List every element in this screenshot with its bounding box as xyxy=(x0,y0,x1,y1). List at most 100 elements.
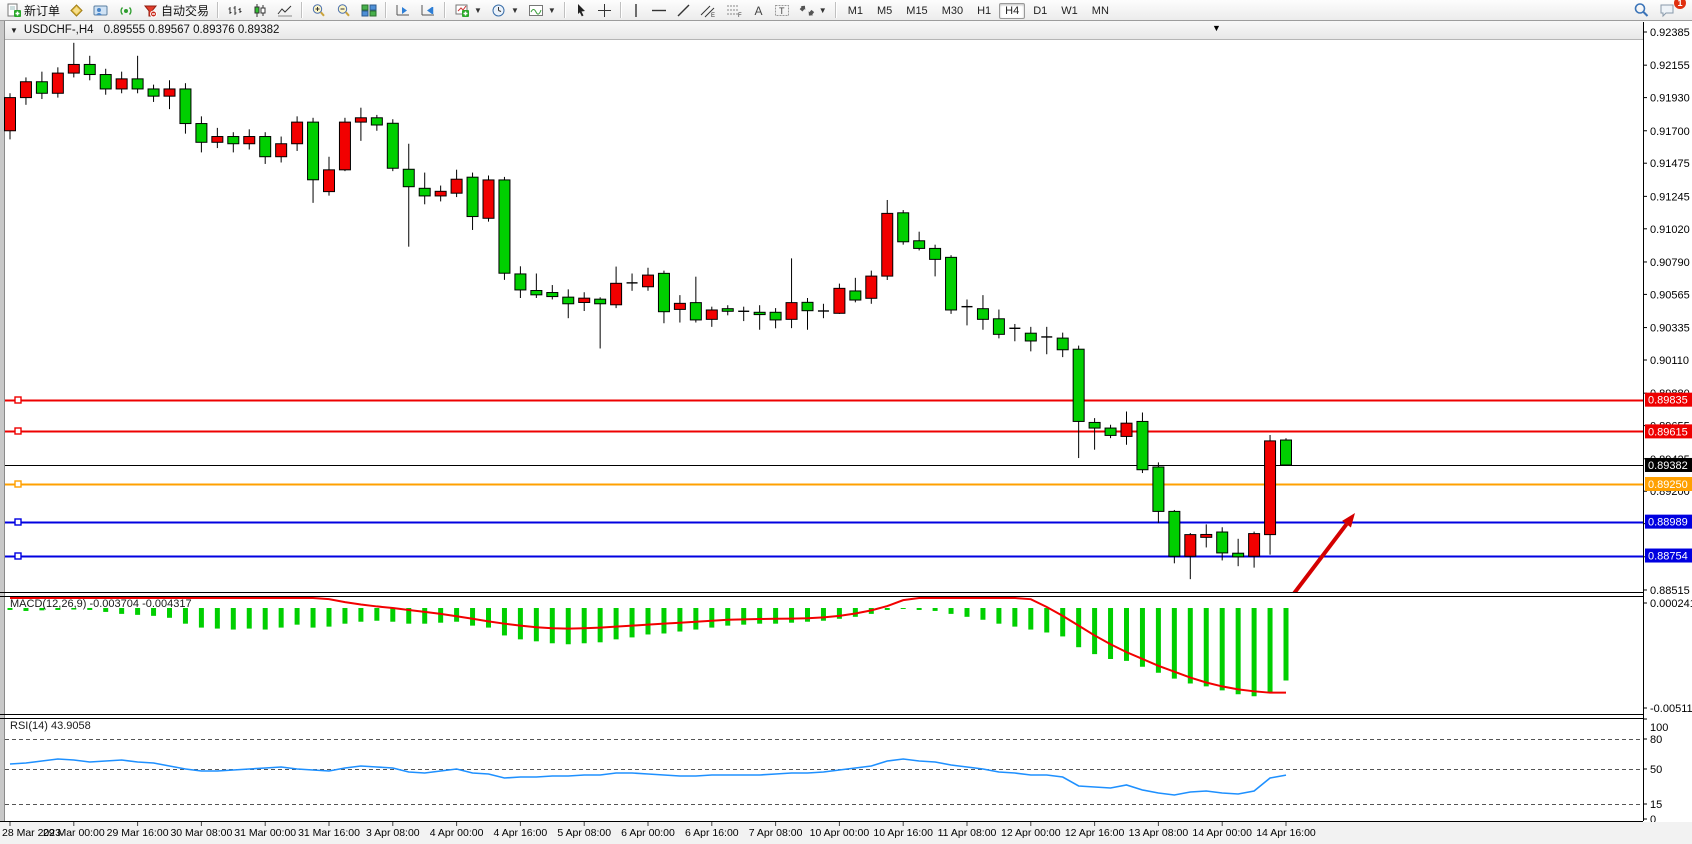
hline-handle[interactable] xyxy=(15,553,21,559)
candle-body[interactable] xyxy=(1249,534,1260,557)
hline-handle[interactable] xyxy=(15,481,21,487)
price-tick-label: 0.91245 xyxy=(1650,191,1690,203)
candle-body[interactable] xyxy=(403,169,414,186)
candle-body[interactable] xyxy=(1057,338,1068,350)
candle-body[interactable] xyxy=(643,275,654,287)
hline-handle[interactable] xyxy=(15,519,21,525)
candle-body[interactable] xyxy=(339,122,350,170)
rsi-axis-label: 50 xyxy=(1650,764,1662,776)
candle-body[interactable] xyxy=(419,188,430,196)
candle-body[interactable] xyxy=(930,248,941,259)
candle-body[interactable] xyxy=(563,297,574,304)
candle-body[interactable] xyxy=(1153,467,1164,511)
candle-body[interactable] xyxy=(20,82,31,98)
candle-body[interactable] xyxy=(387,123,398,168)
candle-body[interactable] xyxy=(579,298,590,302)
candle-body[interactable] xyxy=(276,144,287,157)
chart-canvas[interactable]: 0.923850.921550.919300.917000.914750.912… xyxy=(0,0,1692,844)
candle-body[interactable] xyxy=(467,177,478,216)
candle-body[interactable] xyxy=(977,309,988,320)
candle-body[interactable] xyxy=(1089,422,1100,428)
candle-body[interactable] xyxy=(212,137,223,143)
candle-body[interactable] xyxy=(324,170,335,192)
candle-body[interactable] xyxy=(100,75,111,89)
candle-body[interactable] xyxy=(483,180,494,218)
candle-body[interactable] xyxy=(547,293,558,297)
candle-body[interactable] xyxy=(1201,534,1212,537)
candle-body[interactable] xyxy=(1265,441,1276,535)
candle-body[interactable] xyxy=(196,124,207,143)
candle-body[interactable] xyxy=(1233,553,1244,557)
hline-handle[interactable] xyxy=(15,428,21,434)
candle-body[interactable] xyxy=(371,118,382,125)
time-tick-label: 7 Apr 08:00 xyxy=(749,827,803,839)
candle-body[interactable] xyxy=(292,122,303,144)
trend-arrow[interactable] xyxy=(1292,524,1347,596)
candle-body[interactable] xyxy=(451,179,462,193)
candle-body[interactable] xyxy=(993,319,1004,335)
candle-body[interactable] xyxy=(36,82,47,94)
price-tick-label: 0.90790 xyxy=(1650,257,1690,269)
candle-body[interactable] xyxy=(52,73,63,93)
price-tick-label: 0.90565 xyxy=(1650,289,1690,301)
candle-body[interactable] xyxy=(515,274,526,290)
candle-body[interactable] xyxy=(5,98,16,131)
candle-body[interactable] xyxy=(1025,333,1036,341)
candle-body[interactable] xyxy=(882,213,893,276)
candle-body[interactable] xyxy=(595,299,606,304)
rsi-axis-label: 80 xyxy=(1650,734,1662,746)
candle-body[interactable] xyxy=(690,303,701,320)
candle-body[interactable] xyxy=(180,89,191,124)
time-axis[interactable]: 28 Mar 202329 Mar 00:0029 Mar 16:0030 Ma… xyxy=(0,822,1692,844)
candle-body[interactable] xyxy=(770,312,781,320)
candle-body[interactable] xyxy=(260,137,271,157)
candle-body[interactable] xyxy=(1217,532,1228,553)
candle-body[interactable] xyxy=(116,79,127,89)
candle-body[interactable] xyxy=(611,283,622,304)
candle-body[interactable] xyxy=(308,122,319,180)
candle-body[interactable] xyxy=(1073,349,1084,421)
candle-body[interactable] xyxy=(499,180,510,273)
candle-body[interactable] xyxy=(244,137,255,144)
candle-body[interactable] xyxy=(1137,421,1148,469)
candle-body[interactable] xyxy=(84,64,95,74)
rsi-label: RSI(14) 43.9058 xyxy=(10,720,91,732)
hline-handle[interactable] xyxy=(15,397,21,403)
candle-body[interactable] xyxy=(834,288,845,313)
price-tick-label: 0.91020 xyxy=(1650,224,1690,236)
time-tick-label: 14 Apr 00:00 xyxy=(1192,827,1252,839)
candle-body[interactable] xyxy=(850,291,861,300)
time-tick-label: 14 Apr 16:00 xyxy=(1256,827,1316,839)
candle-body[interactable] xyxy=(658,273,669,311)
candle-body[interactable] xyxy=(1121,423,1132,436)
candle-body[interactable] xyxy=(946,257,957,310)
candle-body[interactable] xyxy=(1105,428,1116,435)
candle-body[interactable] xyxy=(531,291,542,295)
price-axis[interactable]: 0.923850.921550.919300.917000.914750.912… xyxy=(1643,27,1692,826)
candle-body[interactable] xyxy=(674,303,685,309)
price-flag-label: 0.89615 xyxy=(1648,426,1688,438)
candle-body[interactable] xyxy=(866,276,877,298)
candle-body[interactable] xyxy=(132,79,143,89)
candle-body[interactable] xyxy=(435,191,446,196)
candle-body[interactable] xyxy=(706,310,717,319)
candle-body[interactable] xyxy=(228,137,239,144)
main-pane[interactable] xyxy=(5,43,1644,596)
candle-body[interactable] xyxy=(1281,440,1292,465)
candle-body[interactable] xyxy=(914,241,925,249)
candle-body[interactable] xyxy=(786,303,797,320)
candle-body[interactable] xyxy=(148,89,159,96)
price-flag-label: 0.89382 xyxy=(1648,460,1688,472)
candle-body[interactable] xyxy=(754,312,765,314)
candle-body[interactable] xyxy=(355,118,366,122)
candle-body[interactable] xyxy=(1169,511,1180,556)
rsi-pane[interactable] xyxy=(5,740,1643,805)
candle-body[interactable] xyxy=(1185,535,1196,557)
candle-body[interactable] xyxy=(68,64,79,73)
candle-body[interactable] xyxy=(898,213,909,242)
macd-label: MACD(12,26,9) -0.003704 -0.004317 xyxy=(10,598,192,610)
candle-body[interactable] xyxy=(802,302,813,310)
candle-body[interactable] xyxy=(722,309,733,312)
macd-pane[interactable] xyxy=(10,598,1286,696)
candle-body[interactable] xyxy=(164,89,175,96)
